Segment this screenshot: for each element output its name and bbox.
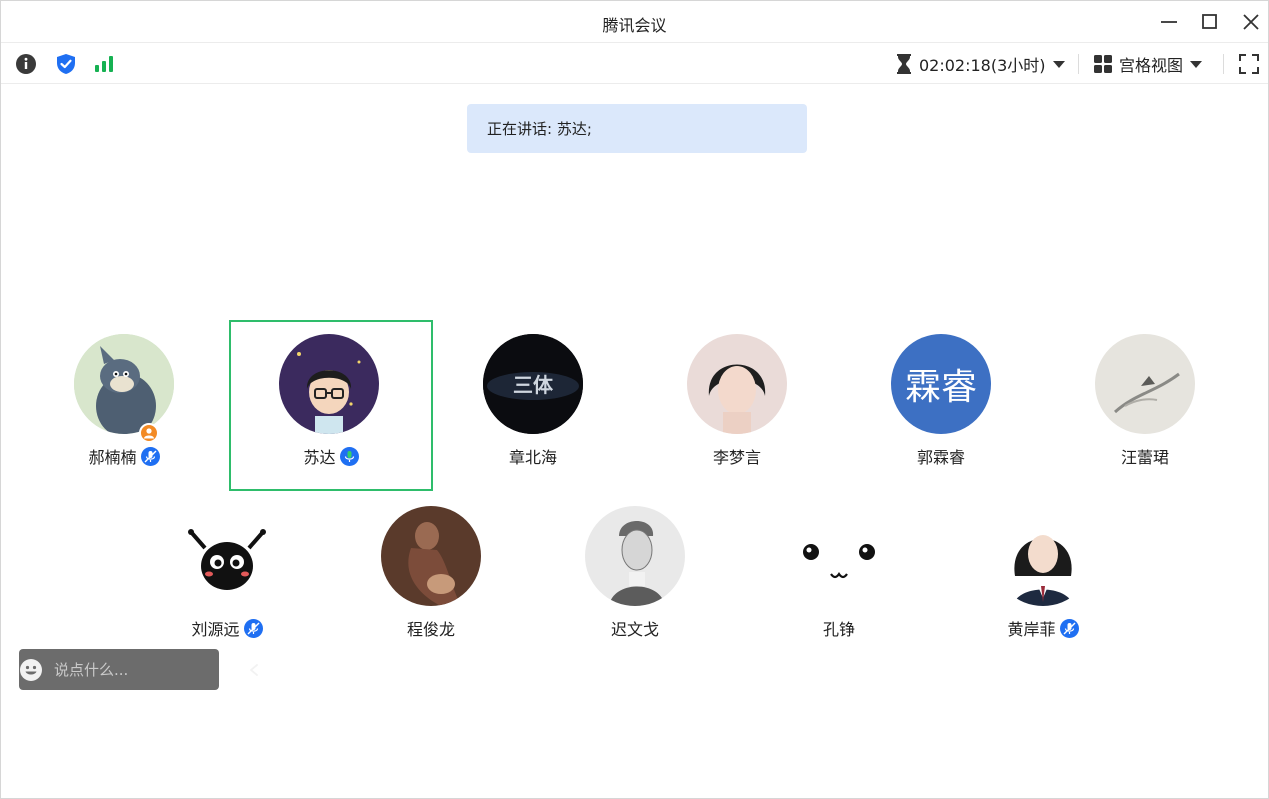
fullscreen-icon: [1239, 54, 1259, 74]
participant-name: 苏达: [303, 448, 336, 467]
info-icon: [16, 54, 36, 74]
avatar: [585, 506, 685, 606]
meeting-window: 腾讯会议 02:02:18(3小时) 宫格视图 正在讲话: 苏达; 郝楠楠 苏达…: [0, 0, 1269, 799]
participant-name: 黄岸菲: [1007, 620, 1056, 639]
participant-name-row: 苏达: [231, 444, 431, 468]
meeting-info-button[interactable]: [15, 53, 37, 75]
emoji-button[interactable]: [19, 649, 43, 690]
participant-name: 程俊龙: [406, 620, 455, 639]
caret-down-icon: [1052, 61, 1065, 68]
participant-name: 刘源远: [191, 620, 240, 639]
participant-name: 孔铮: [822, 620, 855, 639]
mic-muted-icon: [1059, 618, 1079, 638]
participant-name-row: 章北海: [433, 444, 633, 468]
logo-avatar-icon: 三体: [483, 334, 583, 434]
shield-check-icon: [57, 54, 75, 74]
avatar: 霖睿: [891, 334, 991, 434]
participant-name-row: 郭霖睿: [841, 444, 1041, 468]
chevron-left-icon: [250, 663, 258, 676]
avatar: [687, 334, 787, 434]
caret-down-icon: [1190, 61, 1203, 68]
participant-tile[interactable]: 黄岸菲: [943, 492, 1143, 660]
participant-tile[interactable]: 刘源远: [127, 492, 327, 660]
smiley-icon: [20, 658, 42, 681]
hourglass-icon: [897, 54, 911, 74]
toolbar-divider: [1078, 54, 1079, 74]
participant-tile[interactable]: 孔铮: [739, 492, 939, 660]
photo-avatar-icon: [687, 334, 787, 434]
avatar: [1095, 334, 1195, 434]
chat-input[interactable]: [43, 649, 248, 690]
mic-muted-icon: [140, 446, 160, 466]
signal-bars-icon: [95, 56, 113, 72]
participant-name-row: 李梦言: [637, 444, 837, 468]
fullscreen-button[interactable]: [1238, 53, 1260, 75]
participant-name-row: 迟文戈: [535, 616, 735, 640]
participant-tile[interactable]: 汪蕾珺: [1045, 320, 1245, 488]
avatar: [74, 334, 174, 434]
avatar-text: 三体: [513, 373, 554, 397]
ink-painting-avatar-icon: [1095, 334, 1195, 434]
close-icon: [1243, 14, 1259, 30]
speaking-indicator: 正在讲话: 苏达;: [467, 104, 807, 153]
avatar: [993, 506, 1093, 606]
participant-name-row: 刘源远: [127, 616, 327, 640]
avatar: [381, 506, 481, 606]
close-button[interactable]: [1238, 9, 1264, 35]
grid-view-icon: [1094, 55, 1112, 73]
participant-tile[interactable]: 迟文戈: [535, 492, 735, 660]
mic-speaking-icon: [339, 446, 359, 466]
host-badge-icon: [139, 423, 159, 443]
painting-avatar-icon: [381, 506, 481, 606]
sketch-portrait-avatar-icon: [585, 506, 685, 606]
chat-bar: [19, 649, 258, 690]
soot-sprite-avatar-icon: [177, 506, 277, 606]
meeting-timer[interactable]: 02:02:18(3小时): [895, 53, 1066, 75]
layout-view-label: 宫格视图: [1119, 56, 1184, 75]
participant-name: 汪蕾珺: [1120, 448, 1169, 467]
participant-name-row: 孔铮: [739, 616, 939, 640]
window-title: 腾讯会议: [602, 16, 667, 35]
toolbar-divider: [1223, 54, 1224, 74]
participant-name: 迟文戈: [610, 620, 659, 639]
network-status-button[interactable]: [93, 53, 115, 75]
avatar-text: 霖睿: [904, 367, 977, 408]
meeting-toolbar: 02:02:18(3小时) 宫格视图: [1, 44, 1268, 84]
id-photo-avatar-icon: [993, 506, 1093, 606]
chat-collapse-button[interactable]: [248, 649, 260, 690]
participant-name: 章北海: [508, 448, 557, 467]
avatar: [177, 506, 277, 606]
avatar: [789, 506, 889, 606]
mic-muted-icon: [243, 618, 263, 638]
minimize-button[interactable]: [1156, 9, 1182, 35]
participant-name-row: 汪蕾珺: [1045, 444, 1245, 468]
title-bar: 腾讯会议: [1, 1, 1268, 43]
participant-tile[interactable]: 郝楠楠: [24, 320, 224, 488]
maximize-button[interactable]: [1197, 9, 1223, 35]
participant-tile[interactable]: 霖睿 郭霖睿: [841, 320, 1041, 488]
minimize-icon: [1161, 21, 1177, 23]
avatar: 三体: [483, 334, 583, 434]
participant-tile-active-speaker[interactable]: 苏达: [229, 320, 433, 491]
participant-tile[interactable]: 李梦言: [637, 320, 837, 488]
participant-name-row: 程俊龙: [331, 616, 531, 640]
participant-name-row: 黄岸菲: [943, 616, 1143, 640]
layout-view-dropdown[interactable]: 宫格视图: [1093, 53, 1203, 75]
avatar: [279, 334, 379, 434]
cartoon-cat-avatar-icon: [74, 334, 174, 434]
timer-text: 02:02:18(3小时): [919, 56, 1046, 75]
security-button[interactable]: [55, 53, 77, 75]
maximize-icon: [1202, 14, 1217, 29]
cartoon-boy-avatar-icon: [279, 334, 379, 434]
participant-name: 郝楠楠: [88, 448, 137, 467]
participant-name: 李梦言: [712, 448, 761, 467]
cute-face-avatar-icon: [789, 506, 889, 606]
participant-name: 郭霖睿: [916, 448, 965, 467]
participant-tile[interactable]: 程俊龙: [331, 492, 531, 660]
participant-name-row: 郝楠楠: [24, 444, 224, 468]
participant-tile[interactable]: 三体 章北海: [433, 320, 633, 488]
